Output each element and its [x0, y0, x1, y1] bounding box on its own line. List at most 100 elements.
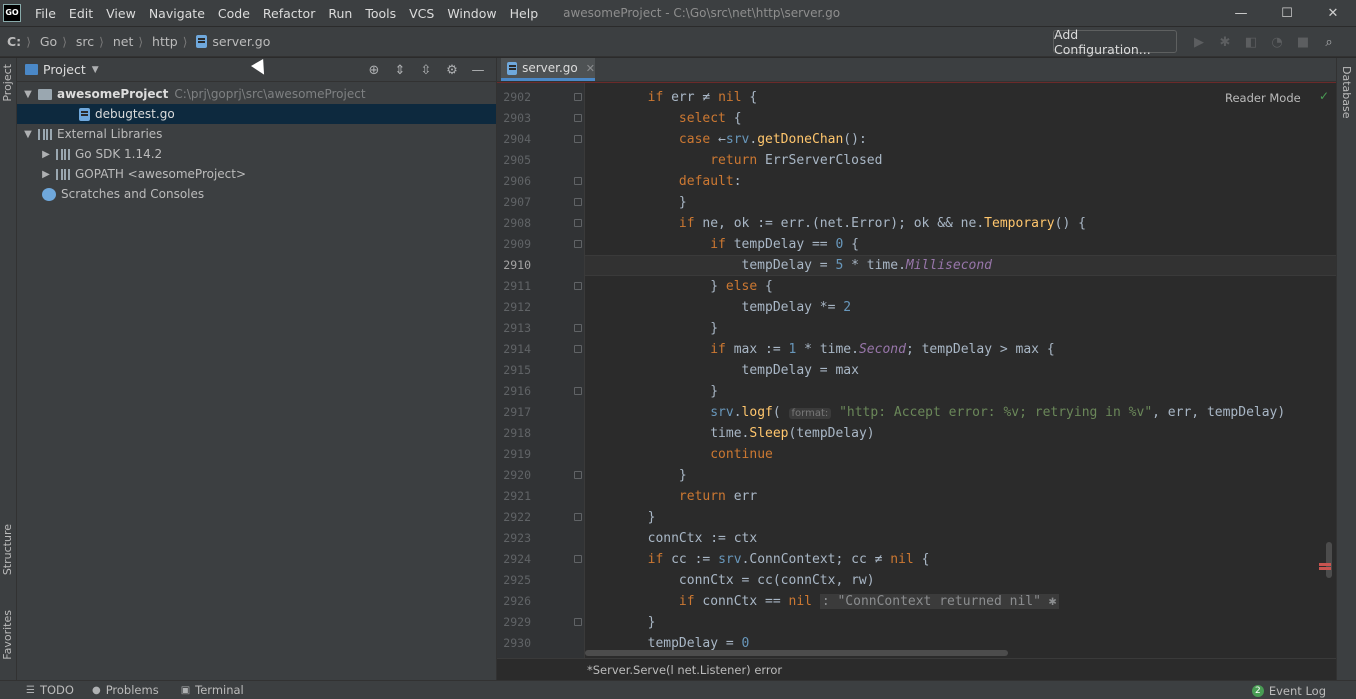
tree-item-go-sdk[interactable]: ▶ Go SDK 1.14.2	[17, 144, 496, 164]
menu-file[interactable]: File	[29, 6, 63, 21]
maximize-button[interactable]: ☐	[1264, 0, 1310, 26]
menu-vcs[interactable]: VCS	[403, 6, 441, 21]
code-line: tempDelay *= 2	[585, 300, 852, 315]
fold-marker[interactable]	[574, 93, 582, 101]
fold-marker[interactable]	[574, 387, 582, 395]
fold-marker[interactable]	[574, 198, 582, 206]
crumb-drive[interactable]: C:	[0, 34, 24, 49]
menu-navigate[interactable]: Navigate	[143, 6, 212, 21]
code-line: } else {	[585, 279, 773, 294]
library-icon	[56, 148, 70, 160]
fold-marker[interactable]	[574, 513, 582, 521]
menu-tools[interactable]: Tools	[359, 6, 403, 21]
line-number-current: 2910	[503, 258, 531, 272]
window-title: awesomeProject - C:\Go\src\net\http\serv…	[563, 6, 841, 20]
line-number: 2917	[503, 405, 531, 419]
tree-item-awesome-project[interactable]: ▼ awesomeProject C:\prj\goprj\src\awesom…	[17, 84, 496, 104]
tab-server-go[interactable]: server.go ✕	[501, 58, 595, 81]
menu-view[interactable]: View	[100, 6, 143, 21]
terminal-tab[interactable]: ▣ Terminal	[181, 683, 244, 697]
add-configuration-button[interactable]: Add Configuration...	[1053, 27, 1177, 57]
fold-marker[interactable]	[574, 618, 582, 626]
tree-item-scratches[interactable]: Scratches and Consoles	[17, 184, 496, 204]
editor-breadcrumb[interactable]: *Server.Serve(l net.Listener) error	[497, 658, 1336, 680]
close-icon[interactable]: ✕	[586, 62, 595, 75]
debug-icon[interactable]: ✱	[1214, 32, 1236, 52]
tree-item-label: debugtest.go	[95, 107, 175, 121]
project-view-icon	[25, 64, 38, 75]
menu-run[interactable]: Run	[322, 6, 359, 21]
search-everywhere-icon[interactable]: ⌕	[1318, 32, 1340, 52]
chevron-down-icon[interactable]: ▼	[21, 129, 35, 140]
chevron-right-icon[interactable]: ▶	[39, 169, 53, 180]
collapse-all-icon[interactable]: ⇳	[416, 60, 436, 80]
reader-mode-toggle[interactable]: Reader Mode	[1225, 91, 1301, 105]
crumb-src[interactable]: src	[69, 34, 97, 49]
event-log-label: Event Log	[1268, 684, 1326, 698]
chevron-down-icon[interactable]: ▼	[21, 89, 35, 100]
menu-window[interactable]: Window	[441, 6, 503, 21]
hide-panel-icon[interactable]: —	[468, 60, 488, 80]
problems-tab[interactable]: ● Problems	[92, 683, 159, 697]
fold-marker[interactable]	[574, 177, 582, 185]
line-number: 2929	[503, 615, 531, 629]
line-number: 2914	[503, 342, 531, 356]
database-tool-tab[interactable]: Database	[1340, 66, 1353, 119]
gear-icon[interactable]: ⚙	[442, 60, 462, 80]
event-log-tab[interactable]: 2 Event Log	[1251, 684, 1326, 698]
tree-item-debugtest-go[interactable]: debugtest.go	[17, 104, 496, 124]
locate-file-icon[interactable]: ⊕	[364, 60, 384, 80]
fold-marker[interactable]	[574, 471, 582, 479]
project-view-selector[interactable]: Project	[43, 62, 86, 77]
expand-all-icon[interactable]: ⇕	[390, 60, 410, 80]
error-stripe-marker[interactable]	[1319, 563, 1331, 566]
code-line: continue	[710, 447, 773, 462]
run-icon[interactable]: ▶	[1188, 32, 1210, 52]
menu-refactor[interactable]: Refactor	[257, 6, 322, 21]
library-icon	[38, 128, 52, 140]
crumb-server-go[interactable]: server.go	[189, 34, 273, 49]
go-file-icon	[507, 61, 518, 75]
crumb-net[interactable]: net	[106, 34, 137, 49]
chevron-right-icon[interactable]: ▶	[39, 149, 53, 160]
fold-marker[interactable]	[574, 135, 582, 143]
project-tool-tab[interactable]: Project	[1, 64, 14, 102]
menu-help[interactable]: Help	[504, 6, 546, 21]
code-editor[interactable]: 2902 2903 2904 2905 2906 2907 2908 2909 …	[497, 82, 1336, 658]
menu-edit[interactable]: Edit	[63, 6, 100, 21]
go-file-icon	[196, 35, 208, 48]
chevron-down-icon[interactable]: ▼	[92, 65, 99, 75]
line-number: 2926	[503, 594, 531, 608]
ide-window: GO File Edit View Navigate Code Refactor…	[0, 0, 1356, 699]
tree-item-external-libraries[interactable]: ▼ External Libraries	[17, 124, 496, 144]
favorites-tool-tab[interactable]: Favorites	[1, 610, 14, 660]
stop-icon[interactable]: ■	[1292, 32, 1314, 52]
coverage-icon[interactable]: ◧	[1240, 32, 1262, 52]
vertical-scrollbar-thumb[interactable]	[1326, 542, 1332, 578]
fold-marker[interactable]	[574, 555, 582, 563]
horizontal-scrollbar-thumb[interactable]	[585, 650, 1008, 656]
bottom-tool-bar: ☰ TODO ● Problems ▣ Terminal 2 Event Log	[0, 680, 1356, 699]
fold-marker[interactable]	[574, 324, 582, 332]
line-number: 2915	[503, 363, 531, 377]
tree-item-gopath[interactable]: ▶ GOPATH <awesomeProject>	[17, 164, 496, 184]
info-icon: ●	[91, 684, 101, 696]
crumb-http[interactable]: http	[145, 34, 181, 49]
todo-label: TODO	[39, 683, 74, 697]
fold-marker[interactable]	[574, 240, 582, 248]
navigation-bar: C: ⟩ Go ⟩ src ⟩ net ⟩ http ⟩ server.go A…	[0, 27, 1356, 57]
crumb-separator-icon: ⟩	[99, 34, 104, 49]
profile-icon[interactable]: ◔	[1266, 32, 1288, 52]
todo-tab[interactable]: ☰ TODO	[26, 683, 74, 697]
fold-marker[interactable]	[574, 282, 582, 290]
minimize-button[interactable]: —	[1218, 0, 1264, 26]
fold-marker[interactable]	[574, 114, 582, 122]
fold-marker[interactable]	[574, 345, 582, 353]
crumb-go[interactable]: Go	[33, 34, 60, 49]
fold-marker[interactable]	[574, 219, 582, 227]
line-number: 2923	[503, 531, 531, 545]
menu-code[interactable]: Code	[212, 6, 257, 21]
close-button[interactable]: ✕	[1310, 0, 1356, 26]
structure-tool-tab[interactable]: Structure	[1, 524, 14, 575]
library-icon	[56, 168, 70, 180]
